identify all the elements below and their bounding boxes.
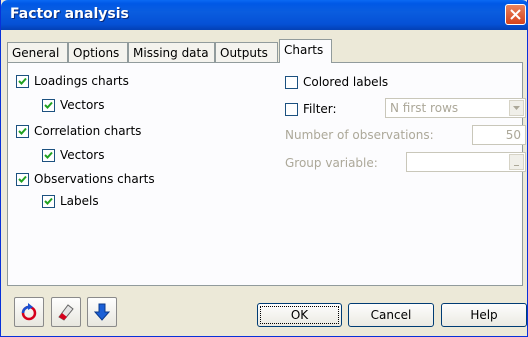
group-variable-picker[interactable] [509, 154, 524, 170]
window-title: Factor analysis [10, 6, 129, 22]
correlation-vectors-label: Vectors [60, 148, 105, 162]
num-obs-label: Number of observations: [285, 128, 434, 142]
correlation-charts-label: Correlation charts [34, 124, 142, 138]
chevron-down-icon [513, 106, 520, 110]
check-icon [44, 151, 53, 159]
loadings-vectors-checkbox[interactable]: Vectors [42, 98, 105, 112]
check-icon [18, 175, 27, 183]
group-variable-field[interactable] [406, 152, 526, 172]
correlation-charts-checkbox[interactable]: Correlation charts [16, 124, 141, 138]
close-button[interactable] [505, 4, 526, 25]
tab-general[interactable]: General [7, 42, 68, 62]
check-icon [18, 127, 27, 135]
reset-button[interactable] [14, 297, 44, 327]
group-variable-label: Group variable: [285, 156, 378, 170]
check-icon [44, 101, 53, 109]
close-icon [510, 9, 521, 20]
tab-missing-data[interactable]: Missing data [128, 42, 215, 62]
move-down-button[interactable] [87, 297, 117, 327]
reset-icon [21, 303, 37, 321]
loadings-vectors-label: Vectors [60, 98, 105, 112]
cancel-button[interactable]: Cancel [348, 303, 434, 327]
correlation-vectors-checkbox[interactable]: Vectors [42, 148, 105, 162]
check-icon [44, 197, 53, 205]
loadings-charts-label: Loadings charts [34, 74, 129, 88]
observations-labels-label: Labels [60, 194, 99, 208]
colored-labels-checkbox[interactable]: Colored labels [285, 75, 388, 89]
help-button[interactable]: Help [441, 303, 527, 327]
loadings-charts-checkbox[interactable]: Loadings charts [16, 74, 129, 88]
checkbox-box [42, 148, 55, 162]
filter-select[interactable]: N first rows [385, 98, 526, 118]
observations-labels-checkbox[interactable]: Labels [42, 194, 99, 208]
title-bar: Factor analysis [1, 0, 528, 30]
colored-labels-label: Colored labels [303, 75, 389, 89]
tab-charts[interactable]: Charts [279, 39, 332, 63]
checkbox-box [16, 74, 29, 88]
check-icon [18, 77, 27, 85]
checkbox-box [285, 75, 298, 89]
clear-button[interactable] [51, 297, 81, 327]
filter-select-value: N first rows [390, 101, 459, 115]
eraser-icon [58, 304, 74, 321]
tab-options[interactable]: Options [68, 42, 128, 62]
checkbox-box [16, 124, 29, 138]
ok-button[interactable]: OK [257, 303, 342, 327]
checkbox-box [285, 102, 298, 116]
ellipsis-icon [514, 165, 519, 166]
filter-checkbox[interactable]: Filter: [285, 102, 337, 116]
checkbox-box [42, 98, 55, 112]
filter-label: Filter: [303, 102, 337, 116]
dropdown-arrow [509, 100, 524, 116]
tab-outputs[interactable]: Outputs [215, 42, 278, 62]
dialog-window: Factor analysis General Options Missing … [0, 0, 528, 337]
observations-charts-label: Observations charts [34, 172, 155, 186]
observations-charts-checkbox[interactable]: Observations charts [16, 172, 155, 186]
checkbox-box [16, 172, 29, 186]
checkbox-box [42, 194, 55, 208]
num-obs-input[interactable]: 50 [472, 125, 526, 145]
down-arrow-icon [93, 303, 111, 321]
